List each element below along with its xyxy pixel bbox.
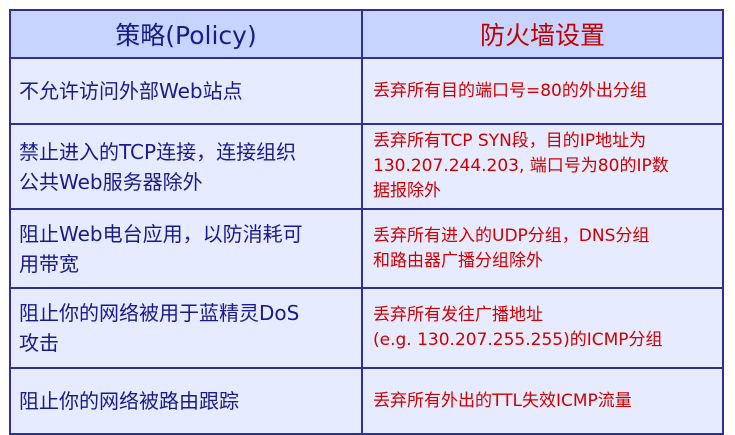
setting-cell: 丢弃所有发往广播地址 (e.g. 130.207.255.255)的ICMP分组 [361, 287, 724, 369]
setting-cell: 丢弃所有进入的UDP分组，DNS分组 和路由器广播分组除外 [361, 208, 724, 289]
setting-text: 丢弃所有TCP SYN段，目的IP地址为 130.207.244.203, 端口… [373, 131, 669, 201]
policy-cell: 阻止你的网络被路由跟踪 [9, 367, 363, 435]
policy-text: 禁止进入的TCP连接，连接组织 公共Web服务器除外 [19, 139, 297, 194]
header-firewall-setting: 防火墙设置 [361, 9, 724, 59]
table-header-row: 策略(Policy) 防火墙设置 [9, 9, 724, 59]
policy-cell: 不允许访问外部Web站点 [9, 57, 363, 125]
table-row: 阻止你的网络被路由跟踪 丢弃所有外出的TTL失效ICMP流量 [9, 367, 724, 435]
policy-cell: 阻止Web电台应用，以防消耗可 用带宽 [9, 208, 363, 289]
policy-cell: 禁止进入的TCP连接，连接组织 公共Web服务器除外 [9, 123, 363, 210]
firewall-policy-table: 策略(Policy) 防火墙设置 不允许访问外部Web站点 丢弃所有目的端口号=… [9, 9, 724, 435]
setting-text: 丢弃所有进入的UDP分组，DNS分组 和路由器广播分组除外 [373, 225, 650, 271]
table-row: 不允许访问外部Web站点 丢弃所有目的端口号=80的外出分组 [9, 57, 724, 125]
setting-cell: 丢弃所有外出的TTL失效ICMP流量 [361, 367, 724, 435]
setting-text: 丢弃所有外出的TTL失效ICMP流量 [373, 390, 632, 411]
table-row: 禁止进入的TCP连接，连接组织 公共Web服务器除外 丢弃所有TCP SYN段，… [9, 123, 724, 210]
table-row: 阻止你的网络被用于蓝精灵DoS 攻击 丢弃所有发往广播地址 (e.g. 130.… [9, 287, 724, 369]
setting-text: 丢弃所有目的端口号=80的外出分组 [373, 80, 647, 101]
table-row: 阻止Web电台应用，以防消耗可 用带宽 丢弃所有进入的UDP分组，DNS分组 和… [9, 208, 724, 289]
policy-text: 不允许访问外部Web站点 [19, 79, 243, 103]
policy-text: 阻止Web电台应用，以防消耗可 用带宽 [19, 221, 303, 276]
header-policy: 策略(Policy) [9, 9, 363, 59]
policy-text: 阻止你的网络被路由跟踪 [19, 389, 239, 413]
setting-text: 丢弃所有发往广播地址 (e.g. 130.207.255.255)的ICMP分组 [373, 305, 663, 350]
policy-text: 阻止你的网络被用于蓝精灵DoS 攻击 [19, 301, 300, 355]
policy-cell: 阻止你的网络被用于蓝精灵DoS 攻击 [9, 287, 363, 369]
setting-cell: 丢弃所有TCP SYN段，目的IP地址为 130.207.244.203, 端口… [361, 123, 724, 210]
setting-cell: 丢弃所有目的端口号=80的外出分组 [361, 57, 724, 125]
